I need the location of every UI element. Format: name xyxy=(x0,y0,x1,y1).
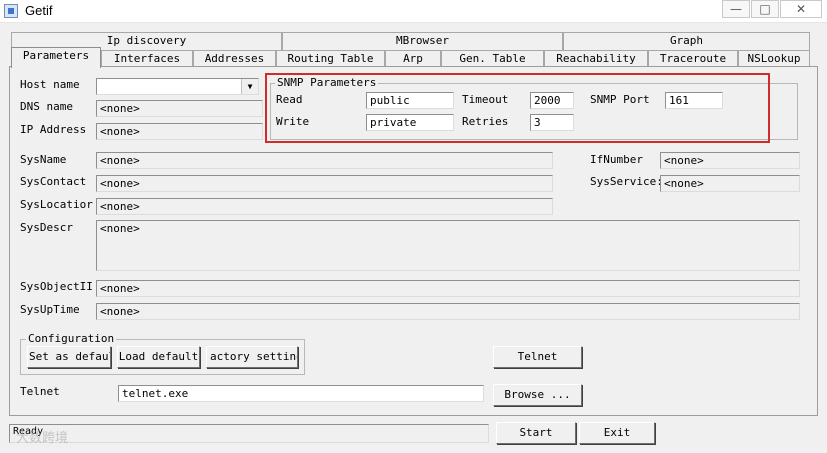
status-bar: Ready xyxy=(9,424,489,443)
load-default-button[interactable]: Load default xyxy=(117,346,200,368)
sysuptime-label: SysUpTime xyxy=(20,303,80,316)
minimize-button[interactable]: — xyxy=(722,0,750,18)
close-button[interactable]: ✕ xyxy=(780,0,822,18)
sysdescr-field: <none> xyxy=(96,220,800,271)
ifnumber-label: IfNumber xyxy=(590,153,643,166)
telnet-path-input[interactable]: telnet.exe xyxy=(118,385,484,402)
exit-button[interactable]: Exit xyxy=(579,422,655,444)
app-icon xyxy=(4,4,18,18)
chevron-down-icon[interactable]: ▼ xyxy=(241,79,258,94)
host-name-label: Host name xyxy=(20,78,80,91)
telnet-button[interactable]: Telnet xyxy=(493,346,582,368)
factory-settings-button[interactable]: actory setting xyxy=(206,346,298,368)
sysname-field: <none> xyxy=(96,152,553,169)
sysservices-field: <none> xyxy=(660,175,800,192)
sysobjectid-label: SysObjectII xyxy=(20,280,93,293)
sysuptime-field: <none> xyxy=(96,303,800,320)
sysservices-label: SysService: xyxy=(590,175,663,188)
dns-name-field: <none> xyxy=(96,100,263,117)
browse-button[interactable]: Browse ... xyxy=(493,384,582,406)
ip-address-label: IP Address xyxy=(20,123,87,136)
syslocation-label: SysLocatior xyxy=(20,198,93,211)
tab-mbrowser[interactable]: MBrowser xyxy=(282,32,563,50)
dns-name-label: DNS name xyxy=(20,100,73,113)
syscontact-field: <none> xyxy=(96,175,553,192)
tab-parameters[interactable]: Parameters xyxy=(11,47,101,68)
ifnumber-field: <none> xyxy=(660,152,800,169)
syscontact-label: SysContact xyxy=(20,175,87,188)
tab-graph[interactable]: Graph xyxy=(563,32,810,50)
host-name-combobox[interactable]: ▼ xyxy=(96,78,259,95)
window-title: Getif xyxy=(25,3,53,18)
set-as-default-button[interactable]: Set as defaul xyxy=(27,346,111,368)
sysname-label: SysName xyxy=(20,153,67,166)
telnet-path-label: Telnet xyxy=(20,385,60,398)
maximize-button[interactable]: □ xyxy=(751,0,779,18)
ip-address-field: <none> xyxy=(96,123,263,140)
sysdescr-label: SysDescr xyxy=(20,221,73,234)
title-bar: Getif — □ ✕ xyxy=(0,0,827,23)
start-button[interactable]: Start xyxy=(496,422,576,444)
highlight-box xyxy=(265,73,770,143)
watermark: 大数跨境 xyxy=(16,431,69,446)
sysobjectid-field: <none> xyxy=(96,280,800,297)
syslocation-field: <none> xyxy=(96,198,553,215)
configuration-title: Configuration xyxy=(26,332,117,345)
getif-window: Getif — □ ✕ Ip discovery MBrowser Graph … xyxy=(0,0,827,453)
